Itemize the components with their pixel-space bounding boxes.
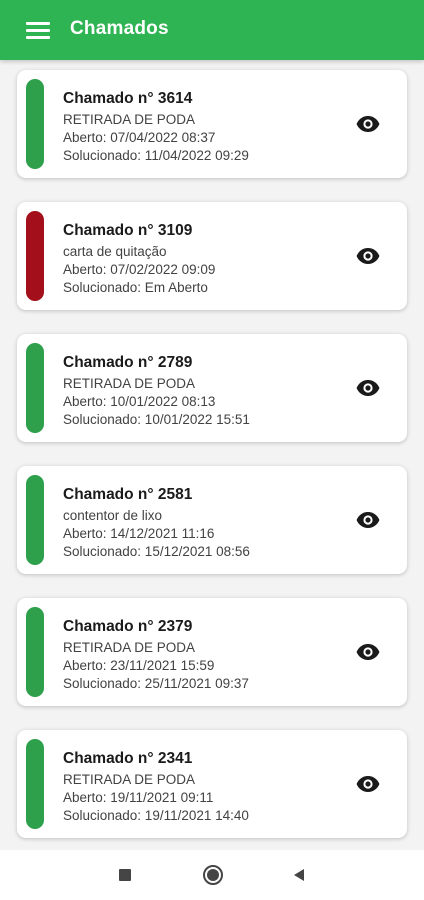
ticket-description: contentor de lixo <box>63 508 163 523</box>
ticket-opened: Aberto: 19/11/2021 09:11 <box>63 790 214 805</box>
ticket-list[interactable]: Chamado n° 3614 RETIRADA DE PODA Aberto:… <box>0 60 424 850</box>
system-nav-bar <box>0 850 424 900</box>
ticket-title: Chamado n° 3614 <box>63 90 193 107</box>
ticket-details: Chamado n° 2379 RETIRADA DE PODA Aberto:… <box>63 617 323 693</box>
eye-icon <box>356 380 380 396</box>
triangle-back-icon <box>294 869 304 881</box>
menu-button[interactable] <box>18 17 58 43</box>
ticket-title: Chamado n° 2379 <box>63 618 193 635</box>
status-indicator <box>26 607 44 697</box>
status-indicator <box>26 475 44 565</box>
circle-home-icon <box>203 865 223 885</box>
square-icon <box>119 869 131 881</box>
ticket-title: Chamado n° 3109 <box>63 222 193 239</box>
eye-icon <box>356 644 380 660</box>
recents-button[interactable] <box>113 863 137 887</box>
ticket-opened: Aberto: 23/11/2021 15:59 <box>63 658 215 673</box>
view-ticket-button[interactable] <box>353 110 383 138</box>
view-ticket-button[interactable] <box>353 638 383 666</box>
view-ticket-button[interactable] <box>353 770 383 798</box>
ticket-details: Chamado n° 3109 carta de quitação Aberto… <box>63 221 323 297</box>
home-button[interactable] <box>201 863 225 887</box>
ticket-description: carta de quitação <box>63 244 167 259</box>
back-button[interactable] <box>287 863 311 887</box>
eye-icon <box>356 776 380 792</box>
ticket-solved: Solucionado: Em Aberto <box>63 280 208 295</box>
ticket-card[interactable]: Chamado n° 2341 RETIRADA DE PODA Aberto:… <box>17 730 407 838</box>
ticket-description: RETIRADA DE PODA <box>63 112 196 127</box>
eye-icon <box>356 512 380 528</box>
view-ticket-button[interactable] <box>353 506 383 534</box>
ticket-solved: Solucionado: 25/11/2021 09:37 <box>63 676 249 691</box>
ticket-description: RETIRADA DE PODA <box>63 376 196 391</box>
ticket-details: Chamado n° 2341 RETIRADA DE PODA Aberto:… <box>63 749 323 825</box>
ticket-opened: Aberto: 07/04/2022 08:37 <box>63 130 216 145</box>
ticket-solved: Solucionado: 15/12/2021 08:56 <box>63 544 250 559</box>
status-indicator <box>26 739 44 829</box>
ticket-title: Chamado n° 2789 <box>63 354 193 371</box>
ticket-card[interactable]: Chamado n° 2581 contentor de lixo Aberto… <box>17 466 407 574</box>
view-ticket-button[interactable] <box>353 374 383 402</box>
ticket-opened: Aberto: 10/01/2022 08:13 <box>63 394 216 409</box>
eye-icon <box>356 116 380 132</box>
ticket-solved: Solucionado: 19/11/2021 14:40 <box>63 808 249 823</box>
ticket-title: Chamado n° 2341 <box>63 750 193 767</box>
ticket-card[interactable]: Chamado n° 2789 RETIRADA DE PODA Aberto:… <box>17 334 407 442</box>
ticket-card[interactable]: Chamado n° 3109 carta de quitação Aberto… <box>17 202 407 310</box>
ticket-card[interactable]: Chamado n° 2379 RETIRADA DE PODA Aberto:… <box>17 598 407 706</box>
status-indicator <box>26 343 44 433</box>
ticket-solved: Solucionado: 10/01/2022 15:51 <box>63 412 250 427</box>
status-indicator <box>26 79 44 169</box>
eye-icon <box>356 248 380 264</box>
ticket-solved: Solucionado: 11/04/2022 09:29 <box>63 148 249 163</box>
ticket-details: Chamado n° 3614 RETIRADA DE PODA Aberto:… <box>63 89 323 165</box>
menu-icon <box>26 20 50 40</box>
status-indicator <box>26 211 44 301</box>
ticket-title: Chamado n° 2581 <box>63 486 193 503</box>
app-bar: Chamados <box>0 0 424 60</box>
ticket-details: Chamado n° 2789 RETIRADA DE PODA Aberto:… <box>63 353 323 429</box>
ticket-opened: Aberto: 14/12/2021 11:16 <box>63 526 215 541</box>
ticket-card[interactable]: Chamado n° 3614 RETIRADA DE PODA Aberto:… <box>17 70 407 178</box>
ticket-description: RETIRADA DE PODA <box>63 640 196 655</box>
ticket-opened: Aberto: 07/02/2022 09:09 <box>63 262 216 277</box>
ticket-details: Chamado n° 2581 contentor de lixo Aberto… <box>63 485 323 561</box>
page-title: Chamados <box>70 18 169 39</box>
ticket-description: RETIRADA DE PODA <box>63 772 196 787</box>
view-ticket-button[interactable] <box>353 242 383 270</box>
